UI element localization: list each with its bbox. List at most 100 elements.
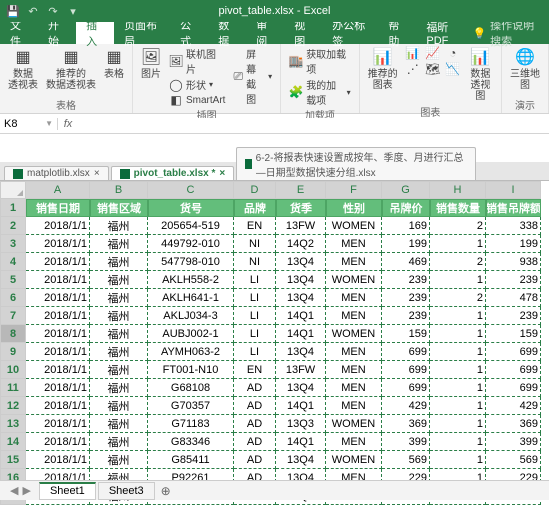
cell[interactable]: 13Q4: [276, 253, 326, 271]
cell[interactable]: 239: [382, 289, 430, 307]
cell[interactable]: 1: [430, 415, 486, 433]
cell[interactable]: 2018/1/1: [26, 451, 90, 469]
cell[interactable]: 399: [486, 433, 541, 451]
cell[interactable]: 13Q4: [276, 289, 326, 307]
cell[interactable]: 938: [486, 253, 541, 271]
cell[interactable]: 239: [382, 307, 430, 325]
nav-prev-icon[interactable]: ◀: [10, 484, 18, 497]
cell[interactable]: 2018/1/1: [26, 253, 90, 271]
row-header-9[interactable]: 9: [0, 343, 26, 361]
col-header-E[interactable]: E: [276, 181, 326, 199]
cell[interactable]: AKLH558-2: [148, 271, 234, 289]
close-icon[interactable]: ×: [219, 168, 225, 179]
cell[interactable]: LI: [234, 325, 276, 343]
cell[interactable]: 478: [486, 289, 541, 307]
chevron-down-icon[interactable]: ▼: [45, 119, 53, 128]
cell[interactable]: G71183: [148, 415, 234, 433]
cell[interactable]: 2018/1/1: [26, 361, 90, 379]
map-chart-icon[interactable]: 🗺: [426, 62, 440, 76]
cell[interactable]: AKLH641-1: [148, 289, 234, 307]
cell[interactable]: AD: [234, 397, 276, 415]
tab-view[interactable]: 视图: [284, 22, 322, 44]
cell[interactable]: MEN: [326, 253, 382, 271]
cell[interactable]: 2: [430, 289, 486, 307]
cell[interactable]: 福州: [90, 307, 148, 325]
add-sheet-button[interactable]: ⊕: [157, 484, 175, 498]
tab-help[interactable]: 帮助: [378, 22, 416, 44]
smartart-button[interactable]: ◧SmartArt: [167, 93, 227, 107]
cell[interactable]: 469: [382, 253, 430, 271]
cell[interactable]: 699: [382, 379, 430, 397]
tab-home[interactable]: 开始: [38, 22, 76, 44]
cell[interactable]: 14Q1: [276, 325, 326, 343]
cell[interactable]: 13Q4: [276, 271, 326, 289]
cell[interactable]: 1: [430, 433, 486, 451]
cell[interactable]: 199: [382, 235, 430, 253]
cell[interactable]: 福州: [90, 361, 148, 379]
tab-insert[interactable]: 插入: [76, 22, 114, 44]
row-header-8[interactable]: 8: [0, 325, 26, 343]
cell[interactable]: 2018/1/1: [26, 307, 90, 325]
cell[interactable]: 2018/1/1: [26, 343, 90, 361]
cell[interactable]: 239: [486, 307, 541, 325]
cell[interactable]: 369: [486, 415, 541, 433]
formula-input[interactable]: [78, 118, 549, 130]
cell[interactable]: WOMEN: [326, 415, 382, 433]
sheet-tab-3[interactable]: Sheet3: [98, 482, 155, 500]
cell[interactable]: 2018/1/1: [26, 397, 90, 415]
col-header-I[interactable]: I: [486, 181, 541, 199]
col-header-B[interactable]: B: [90, 181, 148, 199]
row-header-10[interactable]: 10: [0, 361, 26, 379]
cell[interactable]: 福州: [90, 415, 148, 433]
row-header-12[interactable]: 12: [0, 397, 26, 415]
cell[interactable]: 1: [430, 397, 486, 415]
redo-icon[interactable]: ↷: [44, 2, 62, 20]
header-cell[interactable]: 性别: [326, 199, 382, 217]
cell[interactable]: FT001-N10: [148, 361, 234, 379]
cell[interactable]: AD: [234, 415, 276, 433]
cell[interactable]: AYMH063-2: [148, 343, 234, 361]
cell[interactable]: AUBJ002-1: [148, 325, 234, 343]
cell[interactable]: AKLJ034-3: [148, 307, 234, 325]
pictures-button[interactable]: 🖼图片: [139, 46, 163, 107]
cell[interactable]: 1: [430, 361, 486, 379]
line-chart-icon[interactable]: 📈: [426, 46, 440, 60]
cell[interactable]: 1: [430, 451, 486, 469]
tab-office[interactable]: 办公标签: [322, 22, 378, 44]
cell[interactable]: 569: [382, 451, 430, 469]
cell[interactable]: 2018/1/1: [26, 433, 90, 451]
col-header-A[interactable]: A: [26, 181, 90, 199]
header-cell[interactable]: 品牌: [234, 199, 276, 217]
tab-layout[interactable]: 页面布局: [114, 22, 170, 44]
cell[interactable]: 699: [486, 379, 541, 397]
my-addins-button[interactable]: 🧩我的加载项▾: [287, 77, 353, 107]
shapes-button[interactable]: ◯形状▾: [167, 77, 227, 92]
row-header-11[interactable]: 11: [0, 379, 26, 397]
cell[interactable]: WOMEN: [326, 217, 382, 235]
header-cell[interactable]: 销售区域: [90, 199, 148, 217]
cell[interactable]: 369: [382, 415, 430, 433]
cell[interactable]: 338: [486, 217, 541, 235]
cell[interactable]: 569: [486, 451, 541, 469]
col-header-H[interactable]: H: [430, 181, 486, 199]
tab-file[interactable]: 文件: [0, 22, 38, 44]
cell[interactable]: G85411: [148, 451, 234, 469]
cell[interactable]: 福州: [90, 343, 148, 361]
cell[interactable]: 2018/1/1: [26, 325, 90, 343]
tab-foxit[interactable]: 福昕PDF: [416, 22, 472, 44]
row-header-4[interactable]: 4: [0, 253, 26, 271]
cell[interactable]: 福州: [90, 235, 148, 253]
cell[interactable]: 福州: [90, 271, 148, 289]
cell[interactable]: 2: [430, 217, 486, 235]
col-header-G[interactable]: G: [382, 181, 430, 199]
cell[interactable]: 2018/1/1: [26, 289, 90, 307]
3d-map-button[interactable]: 🌐三维地 图: [508, 46, 542, 97]
header-cell[interactable]: 货季: [276, 199, 326, 217]
cell[interactable]: 699: [382, 361, 430, 379]
cell[interactable]: MEN: [326, 307, 382, 325]
name-box[interactable]: K8 ▼: [0, 118, 58, 130]
cell[interactable]: LI: [234, 307, 276, 325]
tab-formulas[interactable]: 公式: [170, 22, 208, 44]
cell[interactable]: 13Q4: [276, 379, 326, 397]
pivot-chart-button[interactable]: 📊数据透视图: [466, 46, 495, 104]
